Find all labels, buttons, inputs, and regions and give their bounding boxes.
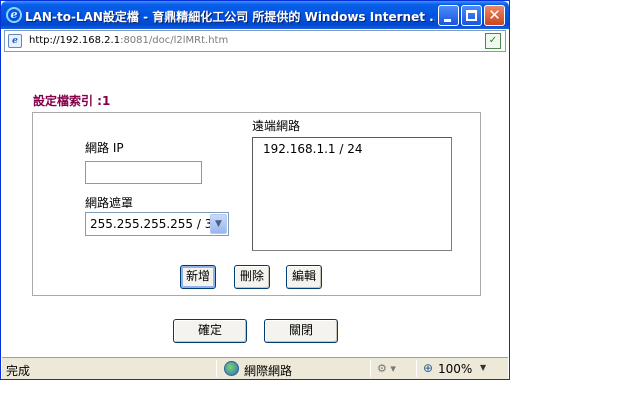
minimize-button[interactable]	[438, 5, 459, 26]
delete-button[interactable]: 刪除	[234, 265, 270, 289]
add-button[interactable]: 新增	[180, 265, 216, 289]
status-separator	[216, 360, 217, 377]
url-host: http://192.168.2.1	[29, 35, 121, 46]
remote-network-label: 遠端網路	[252, 119, 301, 133]
ie-logo-icon: e	[6, 7, 22, 23]
security-zone-text: 網際網路	[244, 364, 293, 378]
window-title: LAN-to-LAN設定檔 - 育鼎精細化工公司 所提供的 Windows In…	[25, 10, 435, 24]
close-button[interactable]: 關閉	[264, 319, 338, 343]
title-bar[interactable]: e LAN-to-LAN設定檔 - 育鼎精細化工公司 所提供的 Windows …	[1, 1, 509, 29]
netmask-selected-value: 255.255.255.255 / 32	[90, 217, 221, 231]
close-window-button[interactable]: ✕	[484, 5, 505, 26]
protected-mode-icon[interactable]: ⚙ ▾	[377, 362, 396, 375]
globe-icon	[224, 361, 239, 376]
minimize-icon	[444, 19, 451, 22]
netmask-select[interactable]: 255.255.255.255 / 32 ▼	[85, 212, 229, 236]
network-settings-group: 遠端網路 網路 IP 網路遮罩 255.255.255.255 / 32 ▼ 1…	[32, 112, 481, 296]
chevron-down-icon[interactable]: ▼	[480, 363, 486, 372]
close-icon: ✕	[488, 6, 501, 24]
certificate-icon[interactable]: ✓	[485, 33, 501, 49]
ok-button[interactable]: 確定	[173, 319, 247, 343]
address-bar[interactable]: e http://192.168.2.1:8081/doc/l2lMRt.htm…	[4, 30, 506, 52]
page-content: 設定檔索引 :1 遠端網路 網路 IP 網路遮罩 255.255.255.255…	[2, 53, 508, 356]
chevron-down-icon[interactable]: ▼	[210, 214, 227, 234]
status-separator	[416, 360, 417, 377]
status-text: 完成	[6, 364, 31, 378]
url-text: http://192.168.2.1:8081/doc/l2lMRt.htm	[29, 35, 228, 49]
popup-window: e LAN-to-LAN設定檔 - 育鼎精細化工公司 所提供的 Windows …	[0, 0, 510, 380]
status-bar: 完成 網際網路 ⚙ ▾ ⊕ 100% ▼	[2, 357, 508, 379]
netmask-label: 網路遮罩	[85, 196, 134, 210]
list-item[interactable]: 192.168.1.1 / 24	[263, 142, 362, 156]
zoom-icon[interactable]: ⊕	[423, 361, 433, 375]
network-ip-input[interactable]	[85, 161, 202, 184]
page-icon: e	[8, 34, 22, 48]
profile-index-label: 設定檔索引 :1	[33, 94, 111, 108]
remote-network-list[interactable]: 192.168.1.1 / 24	[252, 137, 452, 251]
maximize-button[interactable]	[461, 5, 482, 26]
network-ip-label: 網路 IP	[85, 141, 124, 155]
edit-button[interactable]: 編輯	[286, 265, 322, 289]
zoom-level[interactable]: 100%	[438, 362, 472, 376]
url-path: :8081/doc/l2lMRt.htm	[120, 35, 229, 46]
maximize-icon	[466, 10, 477, 21]
status-separator	[370, 360, 371, 377]
